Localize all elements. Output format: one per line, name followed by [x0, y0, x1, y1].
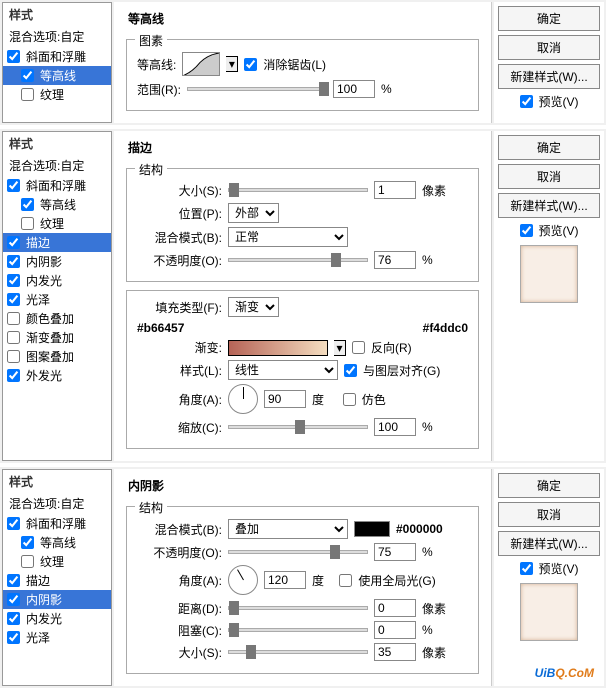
group-elements: 图素 等高线: ▾ 消除锯齿(L) 范围(R): %: [126, 39, 479, 111]
item-texture[interactable]: 纹理: [3, 214, 111, 233]
blend-options[interactable]: 混合选项:自定: [3, 26, 111, 47]
ok-button[interactable]: 确定: [498, 135, 600, 160]
styles-list: 样式 混合选项:自定 斜面和浮雕 等高线 纹理 描边 内阴影 内发光 光泽: [2, 469, 112, 686]
range-label: 范围(R):: [137, 81, 181, 98]
settings-area: 等高线 图素 等高线: ▾ 消除锯齿(L) 范围(R): %: [114, 2, 492, 123]
new-style-button[interactable]: 新建样式(W)...: [498, 64, 600, 89]
preview-swatch: [520, 245, 578, 303]
item-color-overlay[interactable]: 颜色叠加: [3, 309, 111, 328]
buttons-col: 确定 取消 新建样式(W)... 预览(V): [494, 2, 604, 123]
group-fill: 填充类型(F):渐变 #b66457#f4ddc0 渐变:▾反向(R) 样式(L…: [126, 290, 479, 449]
fill-type-select[interactable]: 渐变: [228, 297, 279, 317]
cb-preview[interactable]: [520, 562, 533, 575]
ok-button[interactable]: 确定: [498, 6, 600, 31]
contour-label: 等高线:: [137, 56, 176, 73]
cb-align[interactable]: [344, 364, 357, 377]
cb-contour[interactable]: [21, 69, 34, 82]
position-select[interactable]: 外部: [228, 203, 279, 223]
item-gradient-overlay[interactable]: 渐变叠加: [3, 328, 111, 347]
cb-reverse[interactable]: [352, 341, 365, 354]
distance-slider[interactable]: [228, 606, 368, 610]
buttons-col: 确定 取消 新建样式(W)... 预览(V): [494, 469, 604, 686]
group-structure: 结构 混合模式(B):叠加#000000 不透明度(O):% 角度(A):度 使…: [126, 506, 479, 674]
opacity-input[interactable]: [374, 251, 416, 269]
cb-texture[interactable]: [21, 88, 34, 101]
item-bevel[interactable]: 斜面和浮雕: [3, 514, 111, 533]
size-slider[interactable]: [228, 188, 368, 192]
size-slider[interactable]: [228, 650, 368, 654]
hex-left: #b66457: [137, 321, 184, 335]
angle-dial[interactable]: [228, 384, 258, 414]
gradient-preview[interactable]: [228, 340, 328, 356]
new-style-button[interactable]: 新建样式(W)...: [498, 193, 600, 218]
new-style-button[interactable]: 新建样式(W)...: [498, 531, 600, 556]
cb-antialias[interactable]: [244, 58, 257, 71]
panel-title: 等高线: [122, 6, 483, 31]
panel-contour: 样式 混合选项:自定 斜面和浮雕 等高线 纹理 等高线 图素 等高线: ▾ 消除…: [0, 0, 606, 129]
contour-picker[interactable]: [182, 52, 220, 76]
group-structure: 结构 大小(S):像素 位置(P):外部 混合模式(B):正常 不透明度(O):…: [126, 168, 479, 282]
cancel-button[interactable]: 取消: [498, 35, 600, 60]
range-input[interactable]: [333, 80, 375, 98]
settings-area: 描边 结构 大小(S):像素 位置(P):外部 混合模式(B):正常 不透明度(…: [114, 131, 492, 461]
panel-stroke: 样式 混合选项:自定 斜面和浮雕 等高线 纹理 描边 内阴影 内发光 光泽 颜色…: [0, 129, 606, 467]
item-contour[interactable]: 等高线: [3, 195, 111, 214]
cb-dither[interactable]: [343, 393, 356, 406]
styles-header: 样式: [3, 3, 111, 26]
hex-color: #000000: [396, 522, 443, 536]
item-inner-shadow[interactable]: 内阴影: [3, 590, 111, 609]
range-slider[interactable]: [187, 87, 327, 91]
item-bevel[interactable]: 斜面和浮雕: [3, 47, 111, 66]
angle-input[interactable]: [264, 571, 306, 589]
panel-inner-shadow: 样式 混合选项:自定 斜面和浮雕 等高线 纹理 描边 内阴影 内发光 光泽 内阴…: [0, 467, 606, 692]
scale-slider[interactable]: [228, 425, 368, 429]
item-inner-glow[interactable]: 内发光: [3, 609, 111, 628]
angle-dial[interactable]: [228, 565, 258, 595]
cb-bevel[interactable]: [7, 50, 20, 63]
cb-preview[interactable]: [520, 95, 533, 108]
cancel-button[interactable]: 取消: [498, 502, 600, 527]
hex-right: #f4ddc0: [423, 321, 468, 335]
item-contour[interactable]: 等高线: [3, 533, 111, 552]
item-texture[interactable]: 纹理: [3, 85, 111, 104]
color-swatch[interactable]: [354, 521, 390, 537]
item-contour[interactable]: 等高线: [3, 66, 111, 85]
contour-dropdown-icon[interactable]: ▾: [226, 56, 238, 72]
item-stroke[interactable]: 描边: [3, 571, 111, 590]
item-bevel[interactable]: 斜面和浮雕: [3, 176, 111, 195]
choke-input[interactable]: [374, 621, 416, 639]
gradient-dropdown-icon[interactable]: ▾: [334, 340, 346, 356]
cb-global-light[interactable]: [339, 574, 352, 587]
buttons-col: 确定 取消 新建样式(W)... 预览(V): [494, 131, 604, 461]
styles-list: 样式 混合选项:自定 斜面和浮雕 等高线 纹理 描边 内阴影 内发光 光泽 颜色…: [2, 131, 112, 461]
opacity-input[interactable]: [374, 543, 416, 561]
item-outer-glow[interactable]: 外发光: [3, 366, 111, 385]
grad-style-select[interactable]: 线性: [228, 360, 338, 380]
item-stroke[interactable]: 描边: [3, 233, 111, 252]
blend-select[interactable]: 叠加: [228, 519, 348, 539]
preview-swatch: [520, 583, 578, 641]
opacity-slider[interactable]: [228, 258, 368, 262]
settings-area: 内阴影 结构 混合模式(B):叠加#000000 不透明度(O):% 角度(A)…: [114, 469, 492, 686]
distance-input[interactable]: [374, 599, 416, 617]
styles-list: 样式 混合选项:自定 斜面和浮雕 等高线 纹理: [2, 2, 112, 123]
choke-slider[interactable]: [228, 628, 368, 632]
item-inner-glow[interactable]: 内发光: [3, 271, 111, 290]
item-pattern-overlay[interactable]: 图案叠加: [3, 347, 111, 366]
cancel-button[interactable]: 取消: [498, 164, 600, 189]
scale-input[interactable]: [374, 418, 416, 436]
item-inner-shadow[interactable]: 内阴影: [3, 252, 111, 271]
size-input[interactable]: [374, 643, 416, 661]
opacity-slider[interactable]: [228, 550, 368, 554]
cb-preview[interactable]: [520, 224, 533, 237]
ok-button[interactable]: 确定: [498, 473, 600, 498]
size-input[interactable]: [374, 181, 416, 199]
item-gloss[interactable]: 光泽: [3, 628, 111, 647]
angle-input[interactable]: [264, 390, 306, 408]
item-texture[interactable]: 纹理: [3, 552, 111, 571]
watermark: UiBQ.CoM: [535, 661, 594, 682]
blend-select[interactable]: 正常: [228, 227, 348, 247]
group-label: 图素: [135, 32, 167, 49]
item-gloss[interactable]: 光泽: [3, 290, 111, 309]
